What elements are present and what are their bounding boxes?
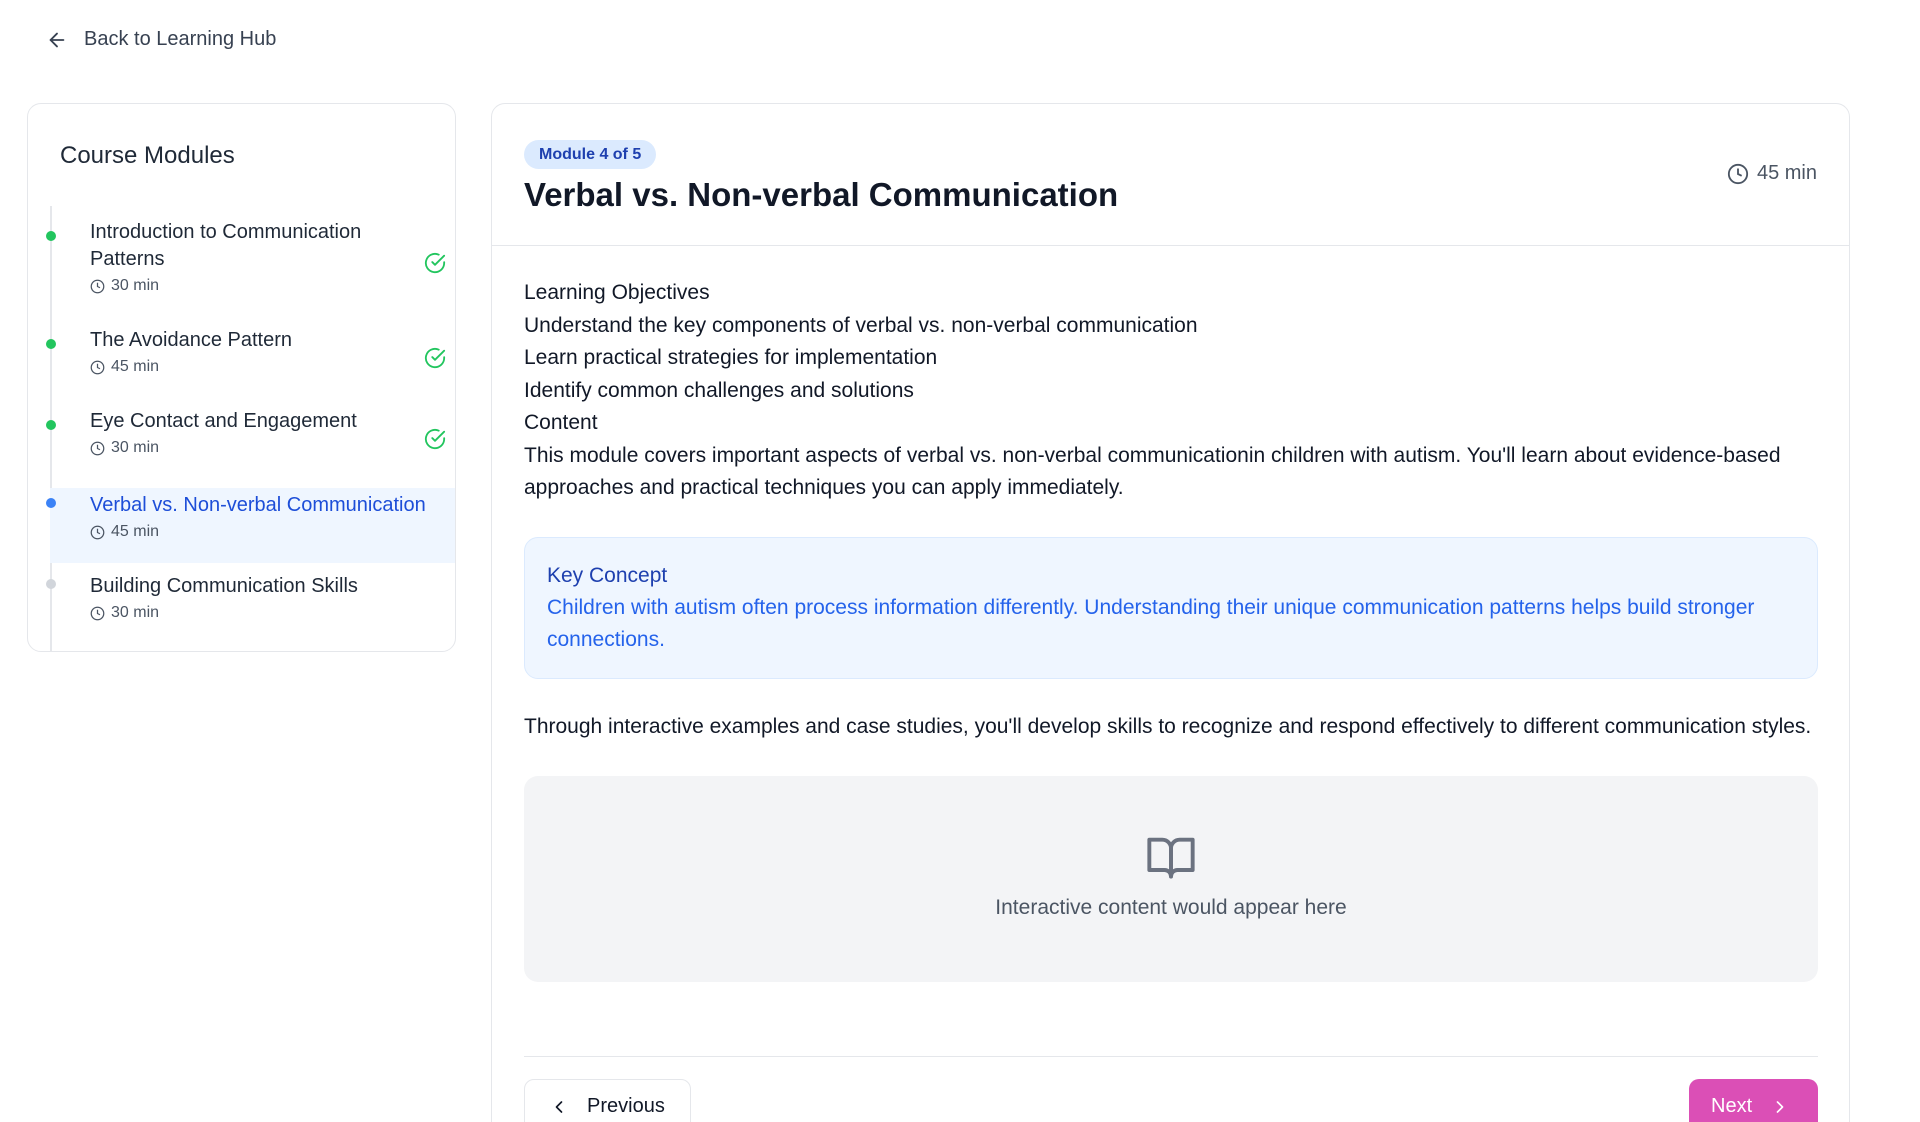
module-progress-badge: Module 4 of 5: [524, 140, 657, 169]
book-open-icon: [1147, 837, 1195, 879]
interactive-content-placeholder: Interactive content would appear here: [524, 776, 1818, 982]
module-status-dot: [46, 231, 56, 241]
module-item-avoidance-pattern[interactable]: The Avoidance Pattern 45 min: [46, 320, 455, 401]
previous-button[interactable]: Previous: [524, 1079, 691, 1122]
module-duration: 30 min: [90, 277, 159, 295]
module-duration-text: 45 min: [111, 523, 160, 540]
module-duration: 45 min: [90, 358, 159, 376]
check-circle-icon: [424, 428, 446, 450]
module-title: Building Communication Skills: [90, 575, 358, 597]
module-status-dot: [46, 498, 56, 508]
module-title: Verbal vs. Non-verbal Communication: [90, 494, 426, 516]
page-title: Verbal vs. Non-verbal Communication: [524, 176, 1119, 213]
footer-divider: [524, 1056, 1818, 1057]
module-item-eye-contact[interactable]: Eye Contact and Engagement 30 min: [46, 401, 455, 482]
module-duration: 30 min: [90, 439, 159, 457]
interactive-placeholder-text: Interactive content would appear here: [995, 896, 1347, 919]
module-header: Module 4 of 5 Verbal vs. Non-verbal Comm…: [492, 104, 1849, 246]
module-duration-text: 30 min: [111, 439, 160, 456]
module-status-dot: [46, 339, 56, 349]
module-status-dot: [46, 579, 56, 589]
clock-icon: [1727, 163, 1749, 184]
next-button[interactable]: Next: [1689, 1079, 1818, 1122]
module-duration-text: 30 min: [111, 604, 160, 621]
clock-icon: [90, 525, 105, 539]
clock-icon: [90, 606, 105, 620]
chevron-right-icon: [1776, 1100, 1784, 1113]
module-title: Introduction to Communication Patterns: [90, 221, 362, 270]
module-status-dot: [46, 420, 56, 430]
previous-button-label: Previous: [587, 1095, 665, 1117]
back-to-learning-hub-link[interactable]: Back to Learning Hub: [46, 28, 276, 51]
content-heading: Content: [524, 411, 598, 434]
key-concept-text: Children with autism often process infor…: [547, 595, 1755, 652]
objective-item: Identify common challenges and solutions: [524, 378, 914, 402]
chevron-left-icon: [555, 1100, 563, 1113]
clock-icon: [90, 360, 105, 374]
arrow-left-icon: [49, 32, 65, 47]
objective-item: Learn practical strategies for implement…: [524, 346, 938, 369]
clock-icon: [90, 279, 105, 293]
module-item-building-skills[interactable]: Building Communication Skills 30 min: [46, 563, 455, 651]
module-duration: 45 min: [90, 523, 159, 541]
module-duration: 45 min: [1727, 162, 1817, 185]
objective-item: Understand the key components of verbal …: [524, 313, 1198, 337]
module-duration-text: 30 min: [111, 277, 160, 294]
key-concept-title: Key Concept: [547, 563, 668, 587]
module-content-panel: Module 4 of 5 Verbal vs. Non-verbal Comm…: [491, 103, 1850, 1122]
objectives-heading: Learning Objectives: [524, 281, 710, 304]
module-title: The Avoidance Pattern: [90, 329, 292, 351]
module-item-introduction[interactable]: Introduction to Communication Patterns 3…: [46, 212, 455, 320]
case-studies-text: Through interactive examples and case st…: [524, 714, 1812, 738]
module-duration-text: 45 min: [1756, 162, 1817, 184]
clock-icon: [90, 441, 105, 455]
module-duration: 30 min: [90, 604, 159, 622]
course-modules-panel: Course Modules Introduction to Communica…: [27, 103, 456, 652]
module-title: Eye Contact and Engagement: [90, 410, 357, 432]
next-button-label: Next: [1711, 1095, 1753, 1117]
key-concept-callout: Key Concept Children with autism often p…: [524, 536, 1818, 679]
module-item-verbal-nonverbal[interactable]: Verbal vs. Non-verbal Communication 45 m…: [46, 488, 455, 563]
module-body: Learning Objectives Understand the key c…: [524, 277, 1818, 982]
module-duration-text: 45 min: [111, 358, 160, 375]
back-link-label: Back to Learning Hub: [84, 28, 277, 50]
content-text: This module covers important aspects of …: [524, 443, 1781, 500]
sidebar-title: Course Modules: [60, 142, 235, 169]
check-circle-icon: [424, 252, 446, 274]
check-circle-icon: [424, 347, 446, 369]
